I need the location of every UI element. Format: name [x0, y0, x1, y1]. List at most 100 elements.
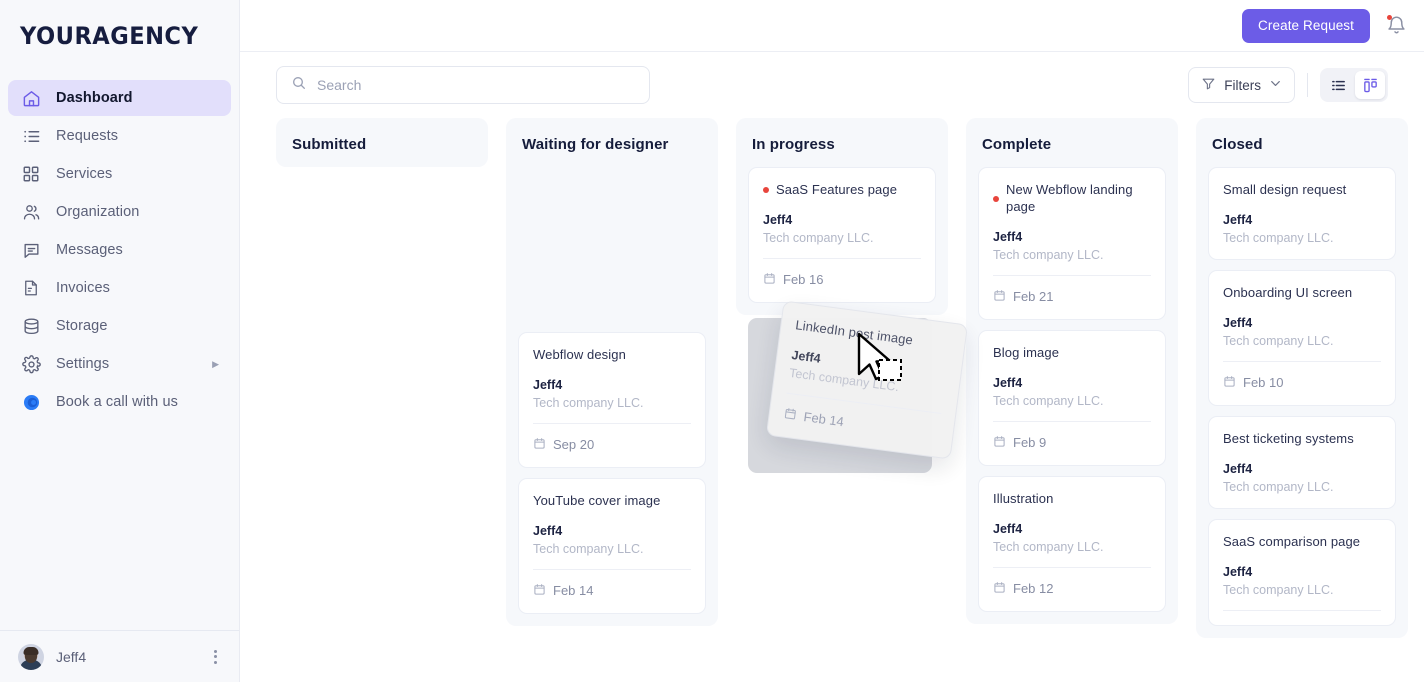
- sidebar-item-organization[interactable]: Organization: [8, 194, 231, 230]
- card-user: Jeff4: [533, 378, 691, 392]
- kanban-column-closed: Closed Small design request Jeff4 Tech c…: [1196, 118, 1408, 682]
- card-date: Feb 16: [763, 272, 921, 288]
- card-divider: [993, 275, 1151, 276]
- kanban-card[interactable]: New Webflow landing page Jeff4 Tech comp…: [978, 167, 1166, 320]
- column-header: Submitted: [276, 118, 488, 167]
- column-cards: Small design request Jeff4 Tech company …: [1196, 167, 1408, 638]
- card-divider: [763, 258, 921, 259]
- sidebar-item-label: Dashboard: [56, 90, 133, 106]
- kanban-card[interactable]: YouTube cover image Jeff4 Tech company L…: [518, 478, 706, 614]
- circle-icon: [20, 391, 42, 413]
- column-header: Waiting for designer: [506, 118, 718, 167]
- card-title: Onboarding UI screen: [1223, 285, 1381, 302]
- toolbar-right: Filters: [1188, 67, 1388, 103]
- column-title: Complete: [982, 136, 1162, 153]
- card-org: Tech company LLC.: [533, 396, 691, 410]
- card-user: Jeff4: [1223, 462, 1381, 476]
- card-org: Tech company LLC.: [993, 248, 1151, 262]
- card-user: Jeff4: [993, 376, 1151, 390]
- column-title: Closed: [1212, 136, 1392, 153]
- sidebar-item-book-a-call[interactable]: Book a call with us: [8, 384, 231, 420]
- card-org: Tech company LLC.: [993, 540, 1151, 554]
- avatar: [18, 644, 44, 670]
- card-date-text: Feb 16: [783, 272, 823, 287]
- kanban-card[interactable]: Small design request Jeff4 Tech company …: [1208, 167, 1396, 260]
- notification-badge: [1387, 15, 1392, 20]
- card-title: SaaS comparison page: [1223, 534, 1381, 551]
- filters-button[interactable]: Filters: [1188, 67, 1295, 103]
- kanban-card[interactable]: Webflow design Jeff4 Tech company LLC. S…: [518, 332, 706, 468]
- card-date: Feb 9: [993, 435, 1151, 451]
- card-user: Jeff4: [1223, 316, 1381, 330]
- column-title: Submitted: [292, 136, 472, 153]
- sidebar-item-label: Organization: [56, 204, 139, 220]
- kanban-card[interactable]: Blog image Jeff4 Tech company LLC. Feb 9: [978, 330, 1166, 466]
- column-title: In progress: [752, 136, 932, 153]
- toolbar: Filters: [240, 52, 1424, 118]
- sidebar-item-storage[interactable]: Storage: [8, 308, 231, 344]
- card-org: Tech company LLC.: [533, 542, 691, 556]
- card-date: Feb 14: [533, 583, 691, 599]
- sidebar-item-settings[interactable]: Settings ▶: [8, 346, 231, 382]
- list-view-icon[interactable]: [1323, 71, 1353, 99]
- chevron-right-icon: ▶: [212, 359, 219, 370]
- filters-label: Filters: [1224, 78, 1261, 93]
- card-title: New Webflow landing page: [993, 182, 1151, 216]
- column-header: In progress: [736, 118, 948, 167]
- kanban-column-submitted: Submitted: [276, 118, 488, 682]
- board-view-icon[interactable]: [1355, 71, 1385, 99]
- card-date-text: Feb 10: [1243, 375, 1283, 390]
- calendar-icon: [993, 289, 1006, 305]
- card-user: Jeff4: [993, 230, 1151, 244]
- grid-icon: [20, 163, 42, 185]
- card-org: Tech company LLC.: [993, 394, 1151, 408]
- column-title: Waiting for designer: [522, 136, 702, 153]
- create-request-button[interactable]: Create Request: [1242, 9, 1370, 43]
- unread-dot-icon: [763, 187, 769, 193]
- card-divider: [993, 567, 1151, 568]
- list-icon: [20, 125, 42, 147]
- card-title-text: New Webflow landing page: [1006, 182, 1151, 216]
- card-title: SaaS Features page: [763, 182, 921, 199]
- unread-dot-icon: [993, 196, 999, 202]
- sidebar-item-invoices[interactable]: Invoices: [8, 270, 231, 306]
- search-input[interactable]: [317, 77, 635, 93]
- card-title: Webflow design: [533, 347, 691, 364]
- card-date-text: Feb 21: [1013, 289, 1053, 304]
- notifications-button[interactable]: [1384, 14, 1408, 38]
- kanban-board: Submitted Waiting for designer Webflow d…: [240, 118, 1424, 682]
- sidebar-item-requests[interactable]: Requests: [8, 118, 231, 154]
- column-cards: New Webflow landing page Jeff4 Tech comp…: [966, 167, 1178, 624]
- sidebar-item-label: Book a call with us: [56, 394, 178, 410]
- card-date-text: Sep 20: [553, 437, 594, 452]
- sidebar-item-dashboard[interactable]: Dashboard: [8, 80, 231, 116]
- card-divider: [533, 569, 691, 570]
- sidebar-item-messages[interactable]: Messages: [8, 232, 231, 268]
- card-title: Small design request: [1223, 182, 1381, 199]
- brand-logo[interactable]: YOURAGENCY: [0, 0, 239, 72]
- card-divider: [533, 423, 691, 424]
- card-org: Tech company LLC.: [1223, 480, 1381, 494]
- sidebar-item-services[interactable]: Services: [8, 156, 231, 192]
- card-org: Tech company LLC.: [763, 231, 921, 245]
- sidebar-item-label: Requests: [56, 128, 118, 144]
- sidebar: YOURAGENCY Dashboard Requests Services: [0, 0, 240, 682]
- kanban-column-complete: Complete New Webflow landing page Jeff4 …: [966, 118, 1178, 682]
- kanban-card[interactable]: Onboarding UI screen Jeff4 Tech company …: [1208, 270, 1396, 406]
- calendar-icon: [533, 437, 546, 453]
- sidebar-user-footer[interactable]: Jeff4: [0, 630, 239, 682]
- kanban-card[interactable]: Best ticketing systems Jeff4 Tech compan…: [1208, 416, 1396, 509]
- kanban-card[interactable]: SaaS Features page Jeff4 Tech company LL…: [748, 167, 936, 303]
- sidebar-item-label: Storage: [56, 318, 108, 334]
- sidebar-item-label: Messages: [56, 242, 123, 258]
- card-title: Illustration: [993, 491, 1151, 508]
- card-org: Tech company LLC.: [1223, 334, 1381, 348]
- card-org: Tech company LLC.: [1223, 231, 1381, 245]
- card-divider: [1223, 610, 1381, 611]
- card-title-text: SaaS Features page: [776, 182, 897, 199]
- search-box[interactable]: [276, 66, 650, 104]
- kanban-card[interactable]: SaaS comparison page Jeff4 Tech company …: [1208, 519, 1396, 626]
- kanban-card[interactable]: Illustration Jeff4 Tech company LLC. Feb…: [978, 476, 1166, 612]
- kebab-menu-icon[interactable]: [210, 646, 221, 668]
- card-user: Jeff4: [533, 524, 691, 538]
